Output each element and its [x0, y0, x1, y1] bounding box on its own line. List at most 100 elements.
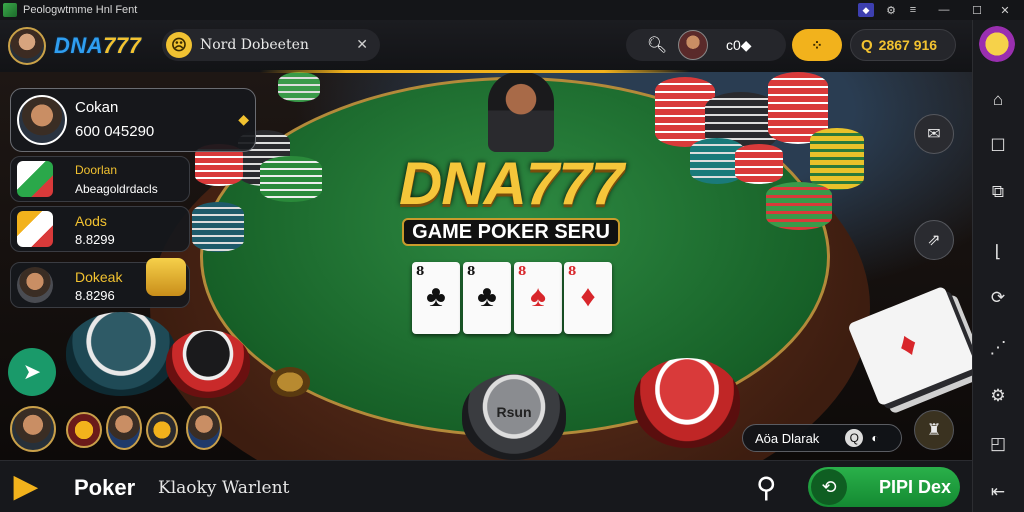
play-logo-icon[interactable]: ▶ — [14, 469, 50, 505]
minimize-button[interactable]: — — [924, 0, 964, 20]
player-avatar-bottom-1[interactable] — [10, 406, 56, 452]
card-rank: 8 — [568, 264, 577, 278]
chat-text: Aöa Dlarak — [755, 430, 820, 446]
card-rank: 8 — [518, 264, 527, 278]
gold-action-button[interactable]: ⁘ — [792, 29, 842, 61]
inbox-icon[interactable]: ✉ — [914, 114, 954, 154]
card-rank: 8 — [467, 264, 476, 278]
chevron-icon: ◆ — [238, 111, 249, 127]
right-sidebar: ⌂ ☐ ⧉ ⌊ ⟳ ⋰ ⚙ ◰ ⇤ — [972, 20, 1024, 512]
layout-icon[interactable]: ◰ — [986, 432, 1010, 456]
logo-text-blue: DNA — [54, 33, 104, 58]
profile-avatar[interactable] — [8, 27, 46, 65]
dots-icon[interactable]: ⋰ — [986, 336, 1010, 360]
badge-icon[interactable] — [66, 412, 102, 448]
center-chip-label: Rsun — [496, 404, 532, 420]
window-titlebar: Peologwtmme Hnl Fent ◆ ⚙ ≡ — ☐ ✕ — [0, 0, 1024, 20]
playing-card-3[interactable]: 8 ♠ — [514, 262, 562, 334]
window-icon[interactable]: ⧉ — [986, 180, 1010, 204]
heart-icon: ♦ — [892, 323, 923, 366]
brand-logo[interactable]: DNA777 — [54, 33, 141, 59]
chip-stack-yellow — [810, 128, 864, 190]
app-subtitle: Klaoky Warlent — [158, 478, 290, 498]
card-rank: 8 — [416, 264, 425, 278]
chip-stack-green-small — [278, 72, 320, 102]
playing-card-2[interactable]: 8 ♣ — [463, 262, 511, 334]
player-avatar — [17, 95, 67, 145]
toggle-icon[interactable]: ◐ — [871, 431, 878, 445]
coin-icon: Q — [861, 36, 873, 54]
player-balance: 8.8299 — [75, 232, 115, 247]
trophy-icon[interactable]: ♜ — [914, 410, 954, 450]
player-panel-2[interactable]: Doorlan Abeagoldrdacls — [10, 156, 190, 202]
home-icon[interactable]: ⌂ — [986, 88, 1010, 112]
game-logo: DNA777 — [398, 150, 624, 217]
crown-icon[interactable] — [146, 412, 178, 448]
dice-icon[interactable] — [146, 258, 186, 296]
player-balance: Abeagoldrdacls — [75, 182, 158, 196]
chip-stack-green-2 — [260, 156, 322, 202]
top-header: DNA777 ☹ Nord Dobeeten ✕ 🔍︎ c0◆ ⁘ Q 2867… — [0, 20, 972, 72]
bottom-bar: ▶ Poker Klaoky Warlent ⚲ ⟲ PIPI Dex — [0, 460, 972, 512]
card-suit: ♣ — [426, 280, 446, 313]
square-icon[interactable]: ☐ — [986, 134, 1010, 158]
chip-stack-red-right — [634, 358, 740, 448]
search-icon[interactable]: 🔍︎ — [642, 30, 672, 60]
player-avatar — [17, 161, 53, 197]
close-button[interactable]: ✕ — [990, 0, 1020, 20]
card-suit: ♠ — [530, 280, 546, 313]
gift-icon[interactable] — [979, 26, 1015, 62]
player-name: Aods — [75, 213, 107, 229]
chat-pill[interactable]: Aöa Dlarak Q ◐ — [742, 424, 902, 452]
player-avatar-bottom-3[interactable] — [186, 406, 222, 450]
maximize-button[interactable]: ☐ — [964, 0, 990, 20]
balance-value: 2867 916 — [878, 37, 938, 53]
account-icon[interactable]: ◆ — [858, 3, 874, 17]
search-text: Nord Dobeeten — [200, 37, 309, 53]
player-panel-1[interactable]: Cokan 600 045290 ◆ — [10, 88, 256, 152]
search-bar[interactable]: ☹ Nord Dobeeten ✕ — [162, 29, 380, 61]
player-panel-3[interactable]: Aods 8.8299 — [10, 206, 190, 252]
refresh-icon: ⟲ — [811, 469, 847, 505]
chip-stack-red-big — [166, 330, 250, 398]
window-title: Peologwtmme Hnl Fent — [23, 4, 138, 16]
chip-stack-green — [766, 182, 832, 230]
chart-icon[interactable]: ⌊ — [986, 240, 1010, 264]
center-chip-stack[interactable]: Rsun — [462, 374, 566, 460]
play-now-button[interactable]: ⟲ PIPI Dex — [808, 467, 960, 507]
dealer-figure — [488, 72, 554, 152]
share-icon[interactable]: ⇗ — [914, 220, 954, 260]
cup-holder — [270, 367, 310, 397]
player-balance: 600 045290 — [75, 123, 155, 140]
playing-card-4[interactable]: 8 ♦ — [564, 262, 612, 334]
chip-stack-red-3 — [735, 144, 783, 184]
chip-stack-teal-big — [66, 312, 176, 396]
balance-display[interactable]: Q 2867 916 — [850, 29, 956, 61]
player-balance: 8.8296 — [75, 288, 115, 303]
chips-counter: c0◆ — [726, 36, 752, 53]
close-icon[interactable]: ✕ — [356, 36, 368, 53]
player-avatar — [17, 211, 53, 247]
app-name: Poker — [74, 475, 136, 500]
player-name: Cokan — [75, 99, 119, 116]
search-icon[interactable]: ⚲ — [756, 471, 790, 505]
player-name: Dokeak — [75, 269, 123, 285]
menu-icon[interactable]: ≡ — [902, 0, 924, 20]
chip-stack-blue — [192, 202, 244, 252]
playing-card-1[interactable]: 8 ♣ — [412, 262, 460, 334]
send-icon[interactable]: ➤ — [8, 348, 56, 396]
back-icon[interactable]: ⇤ — [986, 480, 1010, 504]
header-actions: 🔍︎ c0◆ — [626, 29, 786, 61]
card-suit: ♣ — [477, 280, 497, 313]
player-avatar — [17, 267, 53, 303]
chat-badge: Q — [845, 429, 864, 447]
sync-icon[interactable]: ⟳ — [986, 286, 1010, 310]
player-avatar-bottom-2[interactable] — [106, 406, 142, 450]
player-name: Doorlan — [75, 163, 118, 177]
header-accent-line — [260, 70, 690, 73]
gear-icon[interactable]: ⚙ — [986, 384, 1010, 408]
friend-avatar[interactable] — [678, 30, 708, 60]
app-icon — [3, 3, 17, 17]
settings-icon[interactable]: ⚙ — [880, 0, 902, 20]
smiley-icon: ☹ — [166, 32, 192, 58]
